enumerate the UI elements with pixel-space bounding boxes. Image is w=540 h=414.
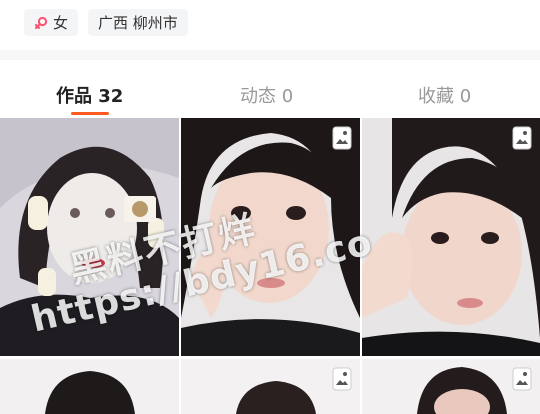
profile-tags: 女 广西 柳州市 — [24, 9, 188, 36]
grid-item-photo[interactable] — [181, 359, 360, 414]
gender-label: 女 — [53, 14, 69, 32]
section-divider — [0, 50, 540, 60]
photo-portrait — [0, 359, 179, 414]
female-icon — [35, 16, 48, 29]
grid-item-photo[interactable] — [362, 118, 540, 356]
tab-activity[interactable]: 动态 0 — [240, 82, 293, 108]
album-icon — [512, 367, 532, 391]
album-icon — [512, 126, 532, 150]
grid-item-photo[interactable] — [362, 359, 540, 414]
active-tab-indicator — [71, 112, 109, 115]
content-tabs: 作品 32 动态 0 收藏 0 — [0, 60, 540, 118]
album-icon — [332, 367, 352, 391]
tab-favorites[interactable]: 收藏 0 — [418, 82, 471, 108]
location-tag: 广西 柳州市 — [88, 9, 188, 36]
location-label: 广西 柳州市 — [98, 14, 178, 32]
grid-item-photo[interactable] — [0, 359, 179, 414]
tab-works[interactable]: 作品 32 — [56, 82, 123, 108]
gender-tag: 女 — [24, 9, 79, 36]
photo-portrait — [362, 118, 540, 356]
album-icon — [332, 126, 352, 150]
